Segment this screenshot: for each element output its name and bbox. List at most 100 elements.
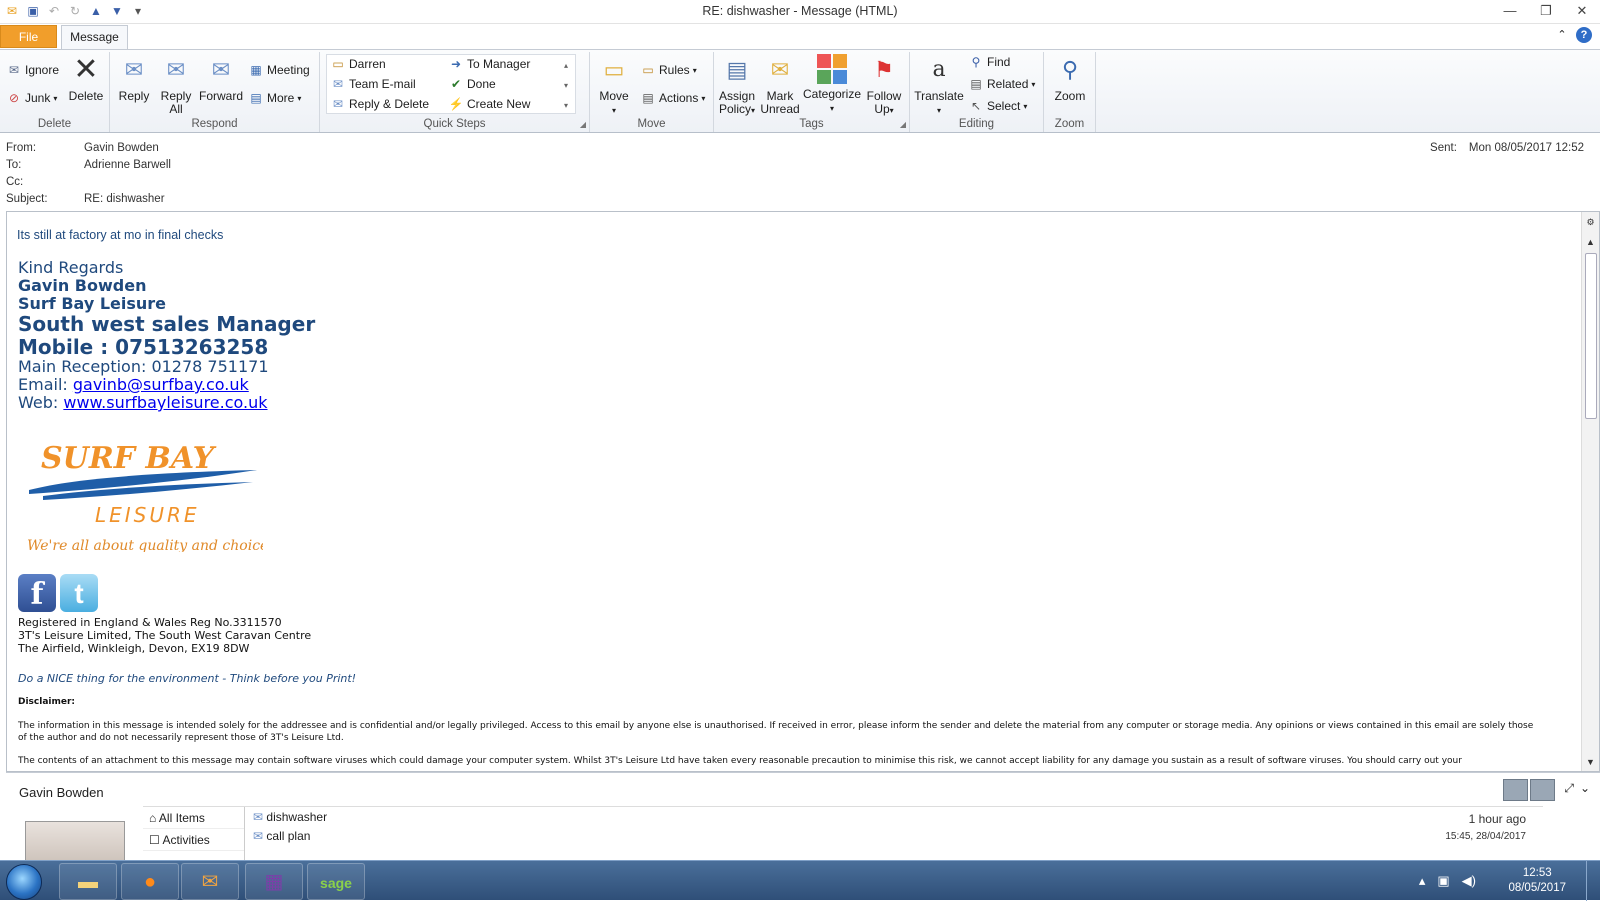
calendar-icon: ▦ xyxy=(250,63,262,77)
from-value[interactable]: Gavin Bowden xyxy=(84,142,159,154)
dialog-launcher-icon[interactable]: ◢ xyxy=(580,120,586,129)
start-button[interactable] xyxy=(6,864,42,900)
quickstep-to-manager[interactable]: ➜ To Manager xyxy=(448,56,530,72)
minimize-ribbon-icon[interactable]: ⌃ xyxy=(1554,27,1570,43)
assign-policy-button[interactable]: ▤ Assign Policy▾ xyxy=(716,54,758,117)
select-button[interactable]: ↖ Select ▾ xyxy=(968,98,1027,114)
follow-up-button[interactable]: ⚑ Follow Up▾ xyxy=(864,54,904,117)
twitter-icon[interactable]: t xyxy=(60,574,98,612)
app-taskbar-button[interactable]: ▦ xyxy=(245,863,303,900)
folder-icon: ▬ xyxy=(78,871,98,893)
clock[interactable]: 12:53 08/05/2017 xyxy=(1508,866,1566,896)
to-value[interactable]: Adrienne Barwell xyxy=(84,159,171,171)
sent-row: Sent: Mon 08/05/2017 12:52 xyxy=(1430,142,1584,154)
minimize-button[interactable]: — xyxy=(1492,0,1528,22)
move-to-folder-icon: ▭ xyxy=(332,57,344,71)
policy-icon: ▤ xyxy=(726,57,748,82)
show-hidden-icons-icon[interactable]: ▴ xyxy=(1419,873,1426,889)
maximize-button[interactable]: ❐ xyxy=(1528,0,1564,22)
contact-photo[interactable] xyxy=(1503,779,1528,801)
translate-icon: a xyxy=(932,57,946,82)
list-item[interactable]: ✉ call plan xyxy=(253,829,310,843)
checkbox-icon: ☐ xyxy=(149,833,163,847)
disclaimer-title: Disclaimer: xyxy=(18,697,76,707)
reply-all-button[interactable]: ✉ Reply All xyxy=(156,54,196,116)
related-icon: ▤ xyxy=(970,77,982,91)
facebook-icon[interactable]: f xyxy=(18,574,56,612)
respond-group-label: Respond xyxy=(191,118,238,130)
reply-button[interactable]: ✉ Reply xyxy=(114,54,154,103)
help-icon[interactable]: ? xyxy=(1576,27,1592,43)
binoculars-icon: ⚲ xyxy=(971,55,981,69)
find-button[interactable]: ⚲ Find xyxy=(968,54,1011,70)
quickstep-create-new[interactable]: ⚡ Create New xyxy=(448,96,531,112)
signature-mobile: Mobile : 07513263258 xyxy=(18,335,269,359)
logo-tagline: We're all about quality and choice! xyxy=(27,538,263,552)
quick-steps-scroll[interactable]: ▴ ▾ ▾ xyxy=(564,56,568,116)
quickstep-reply-delete[interactable]: ✉ Reply & Delete xyxy=(330,96,429,112)
show-desktop-button[interactable] xyxy=(1586,861,1600,901)
actions-button[interactable]: ▤ Actions ▾ xyxy=(640,90,705,106)
taskbar: ▬ ● ✉ ▦ sage ▴ ▣ ◀) 12:53 08/05/2017 xyxy=(0,860,1600,901)
quickstep-darren[interactable]: ▭ Darren xyxy=(330,56,385,72)
move-button[interactable]: ▭ Move ▾ xyxy=(592,54,636,117)
rules-button[interactable]: ▭ Rules ▾ xyxy=(640,62,696,78)
categorize-button[interactable]: Categorize ▾ xyxy=(802,54,862,115)
nav-all-items[interactable]: ⌂ All Items xyxy=(143,807,244,829)
scroll-up-icon[interactable]: ▲ xyxy=(1584,236,1597,249)
junk-button[interactable]: ⊘ Junk ▾ xyxy=(6,90,57,106)
related-button[interactable]: ▤ Related ▾ xyxy=(968,76,1035,92)
tags-dialog-launcher-icon[interactable]: ◢ xyxy=(900,120,906,129)
quickstep-team-email[interactable]: ✉ Team E-mail xyxy=(330,76,416,92)
reply-icon: ✉ xyxy=(124,57,144,82)
contact-photo[interactable] xyxy=(1530,779,1555,801)
signature-name: Gavin Bowden xyxy=(18,276,147,295)
tags-group-label: Tags xyxy=(799,118,824,130)
title-bar: ✉ ▣ ↶ ↻ ▲ ▼ ▾ RE: dishwasher - Message (… xyxy=(0,0,1600,24)
scroll-thumb[interactable] xyxy=(1585,253,1597,419)
signature-email-row: Email: gavinb@surfbay.co.uk xyxy=(18,375,249,394)
network-icon[interactable]: ▣ xyxy=(1437,873,1449,889)
people-photos xyxy=(1503,779,1555,801)
body-scrollbar[interactable]: ⚙ ▲ ▼ xyxy=(1581,212,1599,771)
collapse-icon[interactable]: ⌄ xyxy=(1580,781,1590,796)
zoom-button[interactable]: ⚲ Zoom xyxy=(1048,54,1092,103)
people-pane-nav: ⌂ All Items ☐ Activities xyxy=(143,807,245,862)
translate-button[interactable]: a Translate ▾ xyxy=(912,54,966,117)
scroll-down-icon[interactable]: ▼ xyxy=(1584,756,1597,769)
message-header: From: Gavin Bowden To: Adrienne Barwell Cc… xyxy=(0,133,1600,211)
list-item[interactable]: ✉ dishwasher xyxy=(253,810,327,824)
ignore-button[interactable]: ✉ Ignore xyxy=(6,62,59,78)
nav-activities[interactable]: ☐ Activities xyxy=(143,829,244,851)
sage-icon: sage xyxy=(320,875,352,891)
more-button[interactable]: ▤ More ▾ xyxy=(248,90,301,106)
email-link[interactable]: gavinb@surfbay.co.uk xyxy=(73,375,249,394)
volume-icon[interactable]: ◀) xyxy=(1462,873,1476,889)
sage-taskbar-button[interactable]: sage xyxy=(307,863,365,900)
home-icon: ⌂ xyxy=(149,811,159,825)
checkmark-icon: ✔ xyxy=(450,77,462,91)
tab-file[interactable]: File xyxy=(0,25,57,48)
meeting-button[interactable]: ▦ Meeting xyxy=(248,62,309,78)
message-body: Its still at factory at mo in final chec… xyxy=(6,211,1600,772)
body-opening: Its still at factory at mo in final chec… xyxy=(17,228,224,242)
quickstep-done[interactable]: ✔ Done xyxy=(448,76,496,92)
delete-button[interactable]: ✕ Delete xyxy=(66,54,106,103)
outlook-taskbar-button[interactable]: ✉ xyxy=(181,863,239,900)
explorer-taskbar-button[interactable]: ▬ xyxy=(59,863,117,900)
social-icons: f t xyxy=(18,574,98,612)
forward-button[interactable]: ✉ Forward xyxy=(198,54,244,103)
clock-time: 12:53 xyxy=(1522,867,1552,879)
firefox-taskbar-button[interactable]: ● xyxy=(121,863,179,900)
scroll-settings-icon[interactable]: ⚙ xyxy=(1584,216,1597,229)
envelope-icon: ✉ xyxy=(253,810,267,824)
lightning-icon: ⚡ xyxy=(448,97,464,111)
logo-line2: LEISURE xyxy=(95,503,200,527)
close-button[interactable]: ✕ xyxy=(1564,0,1600,22)
expand-icon[interactable]: ⤢ xyxy=(1564,781,1574,796)
quick-steps-group: ▭ Darren ✉ Team E-mail ✉ Reply & Delete ➜ To… xyxy=(320,52,590,132)
web-link[interactable]: www.surfbayleisure.co.uk xyxy=(63,393,267,412)
tab-message[interactable]: Message xyxy=(61,25,128,49)
tags-group: ▤ Assign Policy▾ ✉ Mark Unread Categorize ▾ ⚑… xyxy=(714,52,910,132)
mark-unread-button[interactable]: ✉ Mark Unread xyxy=(760,54,800,116)
